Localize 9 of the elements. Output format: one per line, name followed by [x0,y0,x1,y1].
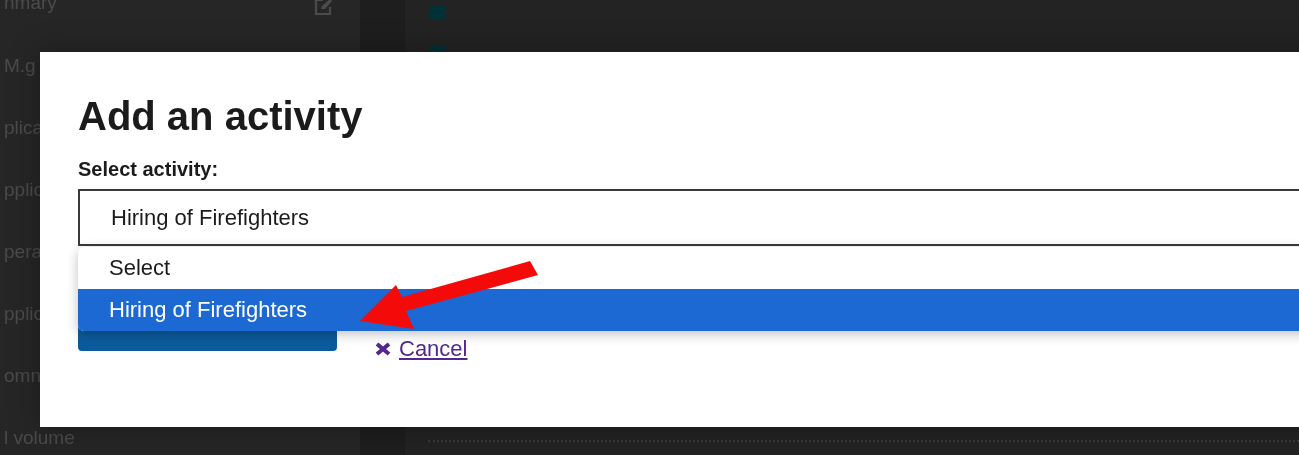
activity-select[interactable]: Hiring of Firefighters [78,189,1299,246]
dropdown-option[interactable]: Select [78,247,1299,289]
edit-icon [314,0,332,16]
dropdown-option[interactable]: Hiring of Firefighters [78,289,1299,331]
status-marker [430,5,445,20]
field-label: Select activity: [78,158,219,181]
close-icon [375,342,391,356]
dialog-title: Add an activity [78,93,364,140]
cancel-link[interactable]: Cancel [375,336,468,362]
